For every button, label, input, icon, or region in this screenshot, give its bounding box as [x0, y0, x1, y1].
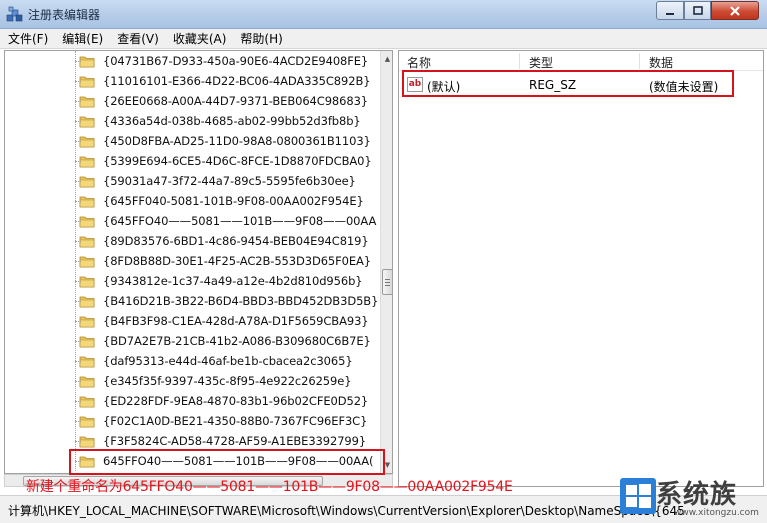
tree-item[interactable]: {daf95313-e44d-46af-be1b-cbacea2c3065}	[75, 351, 353, 371]
tree-item-label: {ED228FDF-9EA8-4870-83b1-96b02CFE0D52}	[103, 394, 369, 408]
menu-help[interactable]: 帮助(H)	[240, 30, 282, 47]
tree-item-label: {59031a47-3f72-44a7-89c5-5595fe6b30ee}	[103, 174, 356, 188]
tree-item[interactable]: {5399E694-6CE5-4D6C-8FCE-1D8870FDCBA0}	[75, 151, 372, 171]
value-data: (数值未设置)	[649, 80, 719, 94]
ab-string-icon: ab	[407, 77, 423, 92]
tree-item[interactable]: {F3F5824C-AD58-4728-AF59-A1EBE3392799}	[75, 431, 367, 451]
folder-icon	[79, 156, 95, 167]
instruction-annotation: 新建个重命名为645FFO40——5081——101B——9F08——00AA0…	[26, 479, 513, 495]
tree-item[interactable]: {9343812e-1c37-4a49-a12e-4b2d810d956b}	[75, 271, 363, 291]
tree-item-label: {04731B67-D933-450a-90E6-4ACD2E9408FE}	[103, 54, 369, 68]
folder-icon	[79, 216, 95, 227]
tree-item-label: {450D8FBA-AD25-11D0-98A8-0800361B1103}	[103, 134, 371, 148]
tree-item-label: 645FFO40——5081——101B——9F08——00AA(	[103, 454, 374, 468]
folder-icon	[79, 396, 95, 407]
folder-icon	[79, 96, 95, 107]
tree-item[interactable]: {ED228FDF-9EA8-4870-83b1-96b02CFE0D52}	[75, 391, 369, 411]
maximize-button[interactable]	[684, 1, 711, 20]
menu-edit[interactable]: 编辑(E)	[62, 30, 103, 47]
tree-item-label: {F3F5824C-AD58-4728-AF59-A1EBE3392799}	[103, 434, 367, 448]
value-name: (默认)	[427, 80, 461, 94]
window-title: 注册表编辑器	[28, 8, 101, 22]
tree-item-label: {daf95313-e44d-46af-be1b-cbacea2c3065}	[103, 354, 353, 368]
tree-item[interactable]: {BD7A2E7B-21CB-41b2-A086-B309680C6B7E}	[75, 331, 371, 351]
menu-bar: 文件(F) 编辑(E) 查看(V) 收藏夹(A) 帮助(H)	[0, 29, 767, 49]
tree-item[interactable]: {645FFO40——5081——101B——9F08——00AA	[75, 211, 377, 231]
watermark-text: 系统族	[656, 480, 738, 510]
folder-icon	[79, 356, 95, 367]
tree-item[interactable]: {B4FB3F98-C1EA-428d-A78A-D1F5659CBA93}	[75, 311, 369, 331]
minimize-icon	[666, 12, 674, 15]
folder-icon	[79, 416, 95, 427]
title-bar[interactable]: 注册表编辑器	[0, 0, 767, 29]
registry-tree[interactable]: {04731B67-D933-450a-90E6-4ACD2E9408FE} {1…	[4, 50, 393, 474]
tree-item[interactable]: {89D83576-6BD1-4c86-9454-BEB04E94C819}	[75, 231, 369, 251]
column-header: 名称 类型 数据	[399, 51, 763, 71]
folder-icon	[79, 456, 95, 467]
minimize-button[interactable]	[656, 1, 684, 20]
folder-icon	[79, 336, 95, 347]
status-path: 计算机\HKEY_LOCAL_MACHINE\SOFTWARE\Microsof…	[8, 504, 685, 518]
folder-icon	[79, 256, 95, 267]
tree-item[interactable]: {B416D21B-3B22-B6D4-BBD3-BBD452DB3D5B}	[75, 291, 379, 311]
menu-view[interactable]: 查看(V)	[117, 30, 159, 47]
tree-item-label: {BD7A2E7B-21CB-41b2-A086-B309680C6B7E}	[103, 334, 371, 348]
folder-icon	[79, 376, 95, 387]
folder-icon	[79, 176, 95, 187]
scroll-down-arrow-icon[interactable]: ▼	[381, 457, 392, 473]
tree-item-label: {9343812e-1c37-4a49-a12e-4b2d810d956b}	[103, 274, 363, 288]
close-button[interactable]	[711, 1, 759, 20]
tree-item[interactable]: {26EE0668-A00A-44D7-9371-BEB064C98683}	[75, 91, 368, 111]
folder-icon	[79, 76, 95, 87]
value-row-default[interactable]: ab (默认) REG_SZ (数值未设置)	[403, 75, 763, 95]
tree-item-label: {B416D21B-3B22-B6D4-BBD3-BBD452DB3D5B}	[103, 294, 379, 308]
tree-item[interactable]: {59031a47-3f72-44a7-89c5-5595fe6b30ee}	[75, 171, 356, 191]
menu-file[interactable]: 文件(F)	[8, 30, 48, 47]
maximize-icon	[692, 5, 703, 15]
tree-item-label: {26EE0668-A00A-44D7-9371-BEB064C98683}	[103, 94, 368, 108]
tree-item-label: {645FF040-5081-101B-9F08-00AA002F954E}	[103, 194, 364, 208]
tree-item[interactable]: {e345f35f-9397-435c-8f95-4e922c26259e}	[75, 371, 352, 391]
column-data[interactable]: 数据	[649, 54, 673, 71]
tree-item-label: {F02C1A0D-BE21-4350-88B0-7367FC96EF3C}	[103, 414, 368, 428]
tree-item[interactable]: {450D8FBA-AD25-11D0-98A8-0800361B1103}	[75, 131, 371, 151]
folder-icon	[79, 56, 95, 67]
tree-item[interactable]: {4336a54d-038b-4685-ab02-99bb52d3fb8b}	[75, 111, 361, 131]
folder-icon	[79, 116, 95, 127]
tree-item-label: {5399E694-6CE5-4D6C-8FCE-1D8870FDCBA0}	[103, 154, 372, 168]
tree-item[interactable]: {645FF040-5081-101B-9F08-00AA002F954E}	[75, 191, 364, 211]
tree-item[interactable]: {04731B67-D933-450a-90E6-4ACD2E9408FE}	[75, 51, 369, 71]
folder-icon	[79, 196, 95, 207]
close-icon	[730, 5, 740, 16]
watermark-url: www.xitongzu.com	[674, 508, 759, 518]
folder-icon	[79, 236, 95, 247]
tree-item-label: {e345f35f-9397-435c-8f95-4e922c26259e}	[103, 374, 352, 388]
values-list[interactable]: 名称 类型 数据 ab (默认) REG_SZ (数值未设置)	[398, 50, 764, 487]
column-type[interactable]: 类型	[529, 54, 553, 71]
tree-item-label: {11016101-E366-4D22-BC06-4ADA335C892B}	[103, 74, 371, 88]
tree-item-label: {645FFO40——5081——101B——9F08——00AA	[103, 214, 377, 228]
tree-vertical-scrollbar[interactable]: ▲ ▼	[380, 51, 392, 473]
folder-icon	[79, 276, 95, 287]
watermark: 系统族 www.xitongzu.com	[614, 470, 767, 523]
folder-icon	[79, 296, 95, 307]
regedit-icon	[6, 6, 23, 22]
windows-logo-icon	[620, 478, 656, 514]
scroll-up-arrow-icon[interactable]: ▲	[381, 51, 392, 67]
tree-item[interactable]: {11016101-E366-4D22-BC06-4ADA335C892B}	[75, 71, 371, 91]
menu-favorites[interactable]: 收藏夹(A)	[173, 30, 227, 47]
folder-icon	[79, 316, 95, 327]
tree-item-label: {8FD8B88D-30E1-4F25-AC2B-553D3D65F0EA}	[103, 254, 372, 268]
scroll-thumb[interactable]	[382, 269, 392, 295]
tree-item-label: {89D83576-6BD1-4c86-9454-BEB04E94C819}	[103, 234, 369, 248]
tree-item-label: {4336a54d-038b-4685-ab02-99bb52d3fb8b}	[103, 114, 361, 128]
value-type: REG_SZ	[529, 78, 577, 92]
column-name[interactable]: 名称	[407, 54, 431, 71]
tree-item[interactable]: {F02C1A0D-BE21-4350-88B0-7367FC96EF3C}	[75, 411, 368, 431]
tree-item[interactable]: 645FFO40——5081——101B——9F08——00AA(	[75, 451, 374, 471]
folder-icon	[79, 136, 95, 147]
tree-item[interactable]: {8FD8B88D-30E1-4F25-AC2B-553D3D65F0EA}	[75, 251, 372, 271]
tree-item-label: {B4FB3F98-C1EA-428d-A78A-D1F5659CBA93}	[103, 314, 369, 328]
folder-icon	[79, 436, 95, 447]
